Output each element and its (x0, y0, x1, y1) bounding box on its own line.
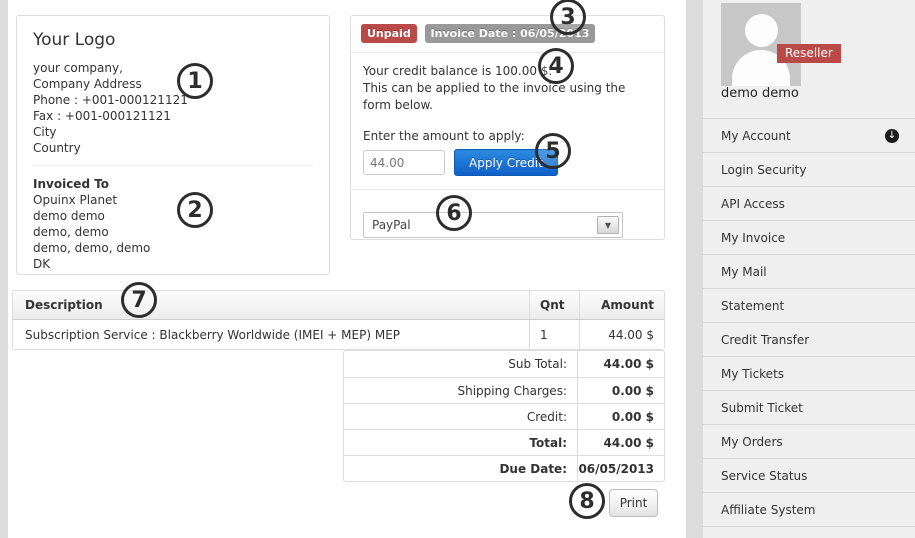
sidebar-item-label: My Invoice (721, 231, 785, 245)
badges-row: Unpaid Invoice Date : 06/05/2013 (351, 16, 664, 53)
invoice-items-table: Description Qnt Amount Subscription Serv… (12, 290, 665, 350)
sidebar-item-my-account[interactable]: My Account ↓ (703, 118, 915, 152)
totals-row: Credit:0.00 $ (344, 403, 664, 429)
callout-1: 1 (177, 63, 213, 99)
sidebar-item-service-status[interactable]: Service Status (703, 458, 915, 492)
company-address-line: Company Address (33, 76, 313, 92)
cell-amount: 44.00 $ (579, 320, 664, 349)
sidebar-item-label: Login Security (721, 163, 806, 177)
sidebar-item-my-mail[interactable]: My Mail (703, 254, 915, 288)
sidebar-item-label: My Orders (721, 435, 783, 449)
print-button[interactable]: Print (609, 489, 658, 517)
invoiced-to-line: Opuinx Planet (33, 192, 313, 208)
sidebar: Reseller demo demo My Account ↓ Login Secu… (703, 0, 915, 538)
apply-amount-label: Enter the amount to apply: (351, 114, 664, 147)
callout-7: 7 (121, 282, 157, 318)
company-address-line: Fax : +001-000121121 (33, 108, 313, 124)
callout-5: 5 (535, 133, 571, 169)
callout-8: 8 (569, 483, 605, 519)
sidebar-item-label: Affiliate System (721, 503, 815, 517)
sidebar-item-label: Credit Transfer (721, 333, 809, 347)
company-address: your company,Company AddressPhone : +001… (33, 60, 313, 156)
company-address-line: Country (33, 140, 313, 156)
table-row: Subscription Service : Blackberry Worldw… (13, 320, 664, 349)
payment-method-select[interactable]: PayPal ▼ (363, 212, 623, 238)
totals-label: Total: (344, 430, 577, 455)
page: Your Logo your company,Company AddressPh… (0, 0, 915, 538)
column-header-amount: Amount (579, 291, 664, 319)
totals-value: 44.00 $ (577, 351, 664, 377)
totals-row: Due Date:06/05/2013 (344, 455, 664, 481)
cell-qnt: 1 (529, 320, 579, 349)
sidebar-item-submit-ticket[interactable]: Submit Ticket (703, 390, 915, 424)
sidebar-menu: My Account ↓ Login Security API Access My In… (703, 118, 915, 527)
sidebar-item-label: Service Status (721, 469, 807, 483)
callout-3: 3 (550, 0, 586, 35)
apply-credit-form: Apply Credit (351, 147, 664, 176)
user-name: demo demo (721, 86, 799, 101)
sidebar-item-my-invoice[interactable]: My Invoice (703, 220, 915, 254)
reseller-badge: Reseller (777, 44, 841, 63)
company-logo: Your Logo (33, 30, 313, 50)
invoice-status-box: Unpaid Invoice Date : 06/05/2013 Your cr… (350, 15, 665, 240)
totals-value: 06/05/2013 (577, 456, 664, 481)
callout-6: 6 (436, 195, 472, 231)
credit-balance-line: Your credit balance is 100.00 $. (363, 63, 649, 80)
invoiced-to-line: demo, demo, demo (33, 240, 313, 256)
invoiced-to-line: demo, demo (33, 224, 313, 240)
totals-row: Shipping Charges:0.00 $ (344, 377, 664, 403)
totals-label: Due Date: (344, 456, 577, 481)
column-header-qnt: Qnt (529, 291, 579, 319)
table-header: Description Qnt Amount (13, 291, 664, 320)
company-address-line: City (33, 124, 313, 140)
invoiced-to-heading: Invoiced To (33, 176, 313, 192)
sidebar-item-my-orders[interactable]: My Orders (703, 424, 915, 458)
totals-label: Sub Total: (344, 351, 577, 377)
sidebar-item-label: My Mail (721, 265, 767, 279)
sidebar-item-label: Submit Ticket (721, 401, 803, 415)
totals-value: 0.00 $ (577, 404, 664, 429)
sidebar-item-affiliate-system[interactable]: Affiliate System (703, 492, 915, 526)
arrow-down-circle-icon[interactable]: ↓ (885, 129, 899, 143)
totals-label: Credit: (344, 404, 577, 429)
sidebar-item-login-security[interactable]: Login Security (703, 152, 915, 186)
sidebar-item-credit-transfer[interactable]: Credit Transfer (703, 322, 915, 356)
totals-row: Total:44.00 $ (344, 429, 664, 455)
credit-apply-line: This can be applied to the invoice using… (363, 80, 649, 114)
main-content: Your Logo your company,Company AddressPh… (8, 0, 686, 538)
status-badge: Unpaid (361, 24, 417, 43)
column-header-description: Description (13, 298, 529, 312)
cell-description: Subscription Service : Blackberry Worldw… (13, 328, 529, 342)
callout-4: 4 (538, 48, 574, 84)
payment-method-row: PayPal ▼ (351, 190, 664, 238)
totals-value: 44.00 $ (577, 430, 664, 455)
sidebar-item-my-tickets[interactable]: My Tickets (703, 356, 915, 390)
callout-2: 2 (177, 192, 213, 228)
invoice-totals-table: Sub Total:44.00 $Shipping Charges:0.00 $… (343, 350, 665, 482)
sidebar-item-label: My Account (721, 129, 791, 143)
divider (33, 165, 313, 166)
company-address-line: Phone : +001-000121121 (33, 92, 313, 108)
sidebar-item-statement[interactable]: Statement (703, 288, 915, 322)
sidebar-item-api-access[interactable]: API Access (703, 186, 915, 220)
totals-value: 0.00 $ (577, 378, 664, 403)
payment-method-value: PayPal (372, 218, 411, 232)
sidebar-item-label: Statement (721, 299, 784, 313)
invoiced-to-line: DK (33, 256, 313, 272)
apply-amount-input[interactable] (363, 150, 445, 175)
sidebar-item-label: My Tickets (721, 367, 784, 381)
invoiced-to-address: Opuinx Planetdemo demodemo, demodemo, de… (33, 192, 313, 272)
invoiced-to-line: demo demo (33, 208, 313, 224)
totals-label: Shipping Charges: (344, 378, 577, 403)
credit-balance-notice: Your credit balance is 100.00 $. This ca… (351, 53, 661, 114)
company-address-line: your company, (33, 60, 313, 76)
chevron-down-icon[interactable]: ▼ (597, 216, 619, 234)
sidebar-item-label: API Access (721, 197, 785, 211)
company-info-box: Your Logo your company,Company AddressPh… (16, 15, 330, 275)
totals-row: Sub Total:44.00 $ (344, 351, 664, 377)
